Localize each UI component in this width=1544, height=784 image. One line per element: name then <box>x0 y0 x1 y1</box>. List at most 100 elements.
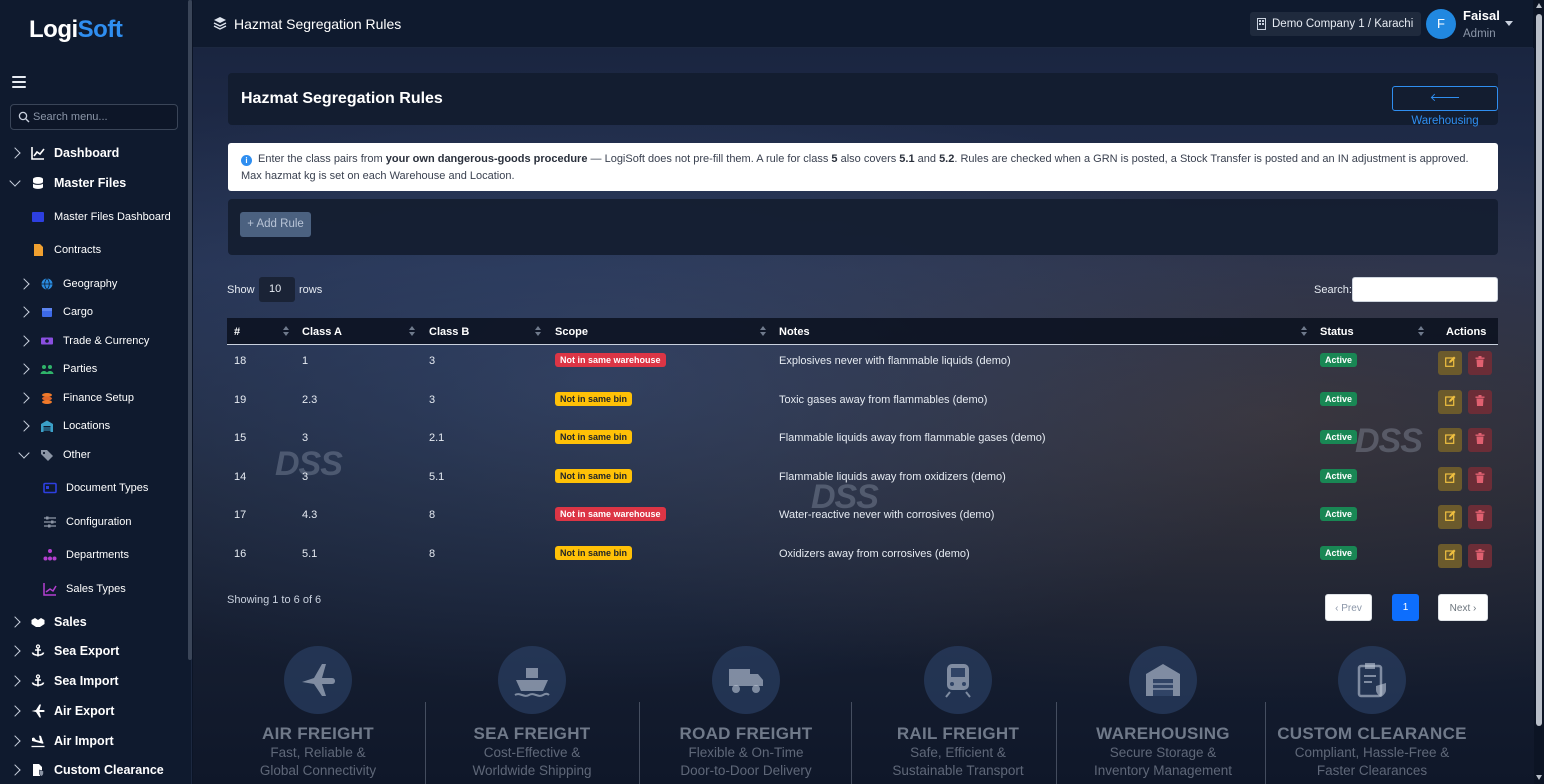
cell-class-b: 5.1 <box>429 470 445 483</box>
sidebar-item-label: Locations <box>63 420 111 432</box>
sidebar-item-sales-types[interactable]: Sales Types <box>43 579 126 599</box>
cell-class-a: 2.3 <box>302 393 318 406</box>
col-scope[interactable]: Scope <box>555 326 588 338</box>
next-page-button[interactable]: Next › <box>1438 594 1488 621</box>
sidebar-item-cargo[interactable]: Cargo <box>18 302 93 322</box>
building-icon <box>1257 18 1266 30</box>
sidebar-item-master-files[interactable]: Master Files <box>9 173 126 193</box>
edit-button[interactable] <box>1438 389 1462 414</box>
info-bold: 5.2 <box>939 153 955 165</box>
sidebar-item-locations[interactable]: Locations <box>18 416 111 436</box>
sidebar-item-parties[interactable]: Parties <box>18 359 97 379</box>
sort-icon[interactable] <box>1301 325 1307 337</box>
delete-button[interactable] <box>1468 466 1492 491</box>
chevron-right-icon <box>9 645 21 657</box>
table-row: 19 2.3 3 Not in same bin Toxic gases away fr… <box>227 384 1498 423</box>
sort-icon[interactable] <box>760 325 766 337</box>
sidebar-item-configuration[interactable]: Configuration <box>43 512 131 532</box>
sidebar-item-contracts[interactable]: Contracts <box>31 240 101 260</box>
col-notes[interactable]: Notes <box>779 326 810 338</box>
sidebar-item-sales[interactable]: Sales <box>9 612 87 632</box>
service-desc: Fast, Reliable & <box>270 745 366 760</box>
avatar[interactable]: F <box>1426 9 1456 39</box>
sidebar-item-label: Sea Export <box>54 644 120 658</box>
prev-page-button[interactable]: ‹ Prev <box>1325 594 1372 621</box>
service-desc: Safe, Efficient & <box>910 745 1006 760</box>
sidebar-item-other[interactable]: Other <box>18 445 91 465</box>
top-header: Hazmat Segregation Rules Demo Company 1 … <box>193 0 1533 48</box>
sidebar-scrollbar[interactable] <box>188 0 192 660</box>
delete-button[interactable] <box>1468 505 1492 530</box>
user-role: Admin <box>1463 28 1496 40</box>
cell-id: 16 <box>234 547 247 560</box>
page-1-button[interactable]: 1 <box>1392 594 1419 621</box>
delete-button[interactable] <box>1468 543 1492 568</box>
sidebar-item-departments[interactable]: Departments <box>43 545 129 565</box>
sidebar-item-master-files-dashboard[interactable]: Master Files Dashboard <box>31 207 171 227</box>
sidebar-item-label: Document Types <box>66 482 149 494</box>
page-scrollbar[interactable] <box>1534 0 1544 784</box>
edit-button[interactable] <box>1438 505 1462 530</box>
table-search-label: Search: <box>1314 284 1352 296</box>
dashboard-icon <box>31 210 45 224</box>
sidebar-item-document-types[interactable]: Document Types <box>43 478 148 498</box>
chevron-down-icon[interactable] <box>1505 21 1513 26</box>
menu-search-input[interactable] <box>33 108 173 126</box>
card-title: Hazmat Segregation Rules <box>241 90 443 107</box>
sort-icon[interactable] <box>1418 325 1424 337</box>
menu-search[interactable] <box>10 104 178 130</box>
company-selector[interactable]: Demo Company 1 / Karachi <box>1250 12 1422 36</box>
col-class-a[interactable]: Class A <box>302 326 342 338</box>
arrow-left-icon: 🡐 <box>1429 92 1461 104</box>
sidebar-item-trade-currency[interactable]: Trade & Currency <box>18 331 149 351</box>
sidebar-item-geography[interactable]: Geography <box>18 274 117 294</box>
col-class-b[interactable]: Class B <box>429 326 469 338</box>
table-row: 18 1 3 Not in same warehouse Explosives neve… <box>227 345 1498 384</box>
sidebar-item-label: Air Export <box>54 704 115 718</box>
service-road-freight: ROAD FREIGHT Flexible & On-Time Door-to-Do… <box>640 646 852 780</box>
edit-button[interactable] <box>1438 428 1462 453</box>
sidebar-item-air-export[interactable]: Air Export <box>9 701 115 721</box>
add-rule-button[interactable]: + Add Rule <box>240 212 311 237</box>
back-to-warehousing-button[interactable]: 🡐 Warehousing <box>1392 86 1498 127</box>
delete-button[interactable] <box>1468 351 1492 375</box>
sort-icon[interactable] <box>409 325 415 337</box>
app-logo[interactable]: LogiSoft <box>29 16 123 44</box>
sidebar-item-label: Air Import <box>54 734 114 748</box>
sidebar-item-sea-export[interactable]: Sea Export <box>9 641 120 661</box>
service-desc: Secure Storage & <box>1109 745 1217 760</box>
rows-per-page-select[interactable]: 10 <box>259 277 295 302</box>
edit-button[interactable] <box>1438 466 1462 491</box>
table-search-input[interactable] <box>1352 277 1498 302</box>
col-status[interactable]: Status <box>1320 326 1354 338</box>
edit-icon <box>1444 356 1456 370</box>
sidebar-item-sea-import[interactable]: Sea Import <box>9 671 119 691</box>
delete-button[interactable] <box>1468 428 1492 453</box>
user-name[interactable]: Faisal <box>1463 8 1500 23</box>
sidebar-item-air-import[interactable]: Air Import <box>9 731 114 751</box>
trash-icon <box>1475 548 1485 563</box>
sort-icon[interactable] <box>535 325 541 337</box>
menu-toggle-icon[interactable] <box>12 76 26 88</box>
service-desc: Worldwide Shipping <box>472 763 592 778</box>
sidebar-item-custom-clearance[interactable]: Custom Clearance <box>9 760 164 780</box>
box-icon <box>40 305 54 319</box>
edit-button[interactable] <box>1438 351 1462 375</box>
sidebar-item-dashboard[interactable]: Dashboard <box>9 143 119 163</box>
handshake-icon <box>31 615 45 629</box>
edit-button[interactable] <box>1438 543 1462 568</box>
info-text: and <box>914 153 940 165</box>
status-badge: Active <box>1320 545 1358 560</box>
col-id[interactable]: # <box>234 326 240 338</box>
service-warehousing: WAREHOUSING Secure Storage & Inventory Man… <box>1057 646 1269 780</box>
cell-class-b: 8 <box>429 547 436 560</box>
plane-icon <box>31 704 45 718</box>
cell-id: 14 <box>234 470 247 483</box>
sidebar-item-finance-setup[interactable]: Finance Setup <box>18 388 134 408</box>
cell-id: 18 <box>234 355 247 367</box>
cell-class-a: 3 <box>302 432 309 445</box>
edit-icon <box>1444 433 1456 447</box>
service-air-freight: AIR FREIGHT Fast, Reliable & Global Connec… <box>212 646 424 780</box>
delete-button[interactable] <box>1468 389 1492 414</box>
sort-icon[interactable] <box>283 325 289 337</box>
